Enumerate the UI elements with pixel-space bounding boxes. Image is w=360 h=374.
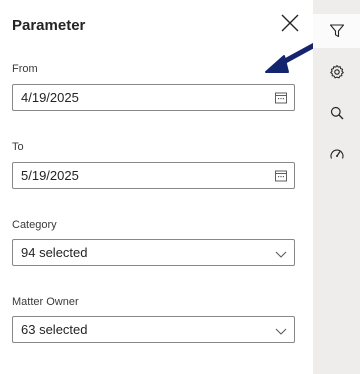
parameter-panel: Parameter From 4/19/2025 To 5/19/2025 Ca…	[0, 0, 323, 374]
chevron-down-icon	[275, 328, 287, 335]
chevron-down-icon	[275, 251, 287, 258]
calendar-icon[interactable]	[274, 169, 288, 183]
from-label: From	[12, 63, 38, 75]
gear-icon	[329, 65, 344, 79]
matter-owner-label: Matter Owner	[12, 296, 79, 308]
close-icon[interactable]	[279, 12, 301, 34]
from-date-value: 4/19/2025	[21, 90, 79, 105]
calendar-icon[interactable]	[274, 91, 288, 105]
panel-title: Parameter	[12, 17, 86, 34]
rail-item-performance[interactable]	[313, 137, 360, 171]
to-date-field[interactable]: 5/19/2025	[12, 162, 295, 189]
category-dropdown[interactable]: 94 selected	[12, 239, 295, 266]
rail-item-settings[interactable]	[313, 55, 360, 89]
category-value: 94 selected	[21, 245, 88, 260]
matter-owner-value: 63 selected	[21, 322, 88, 337]
matter-owner-dropdown[interactable]: 63 selected	[12, 316, 295, 343]
category-label: Category	[12, 219, 57, 231]
filter-icon	[329, 24, 344, 38]
from-date-field[interactable]: 4/19/2025	[12, 84, 295, 111]
gauge-icon	[329, 149, 344, 159]
rail-item-filters[interactable]	[313, 14, 360, 48]
search-icon	[330, 106, 343, 120]
rail-item-search[interactable]	[313, 96, 360, 130]
right-icon-rail	[313, 0, 360, 374]
to-date-value: 5/19/2025	[21, 168, 79, 183]
to-label: To	[12, 141, 24, 153]
